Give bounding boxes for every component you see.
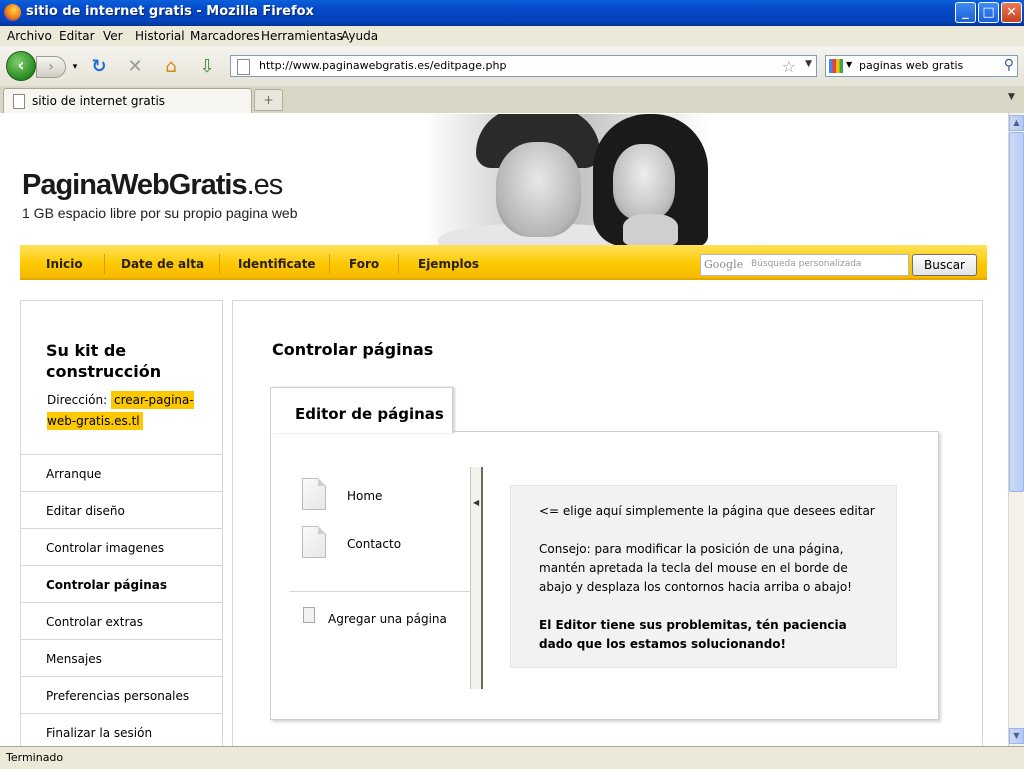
engine-dropdown-icon[interactable]: ▼	[846, 60, 852, 69]
nav-separator	[398, 254, 399, 274]
sidebar-item-label: Editar diseño	[46, 504, 125, 518]
google-logo: Google	[704, 258, 744, 271]
minimize-button[interactable]: _	[955, 2, 976, 23]
tab-sitio[interactable]: sitio de internet gratis	[3, 88, 252, 113]
stop-icon[interactable]: ✕	[124, 56, 146, 78]
nav-foro[interactable]: Foro	[349, 257, 379, 271]
info-box: <= elige aquí simplemente la página que …	[510, 485, 897, 668]
editor-tab-label: Editor de páginas	[295, 405, 444, 423]
download-icon[interactable]: ⇩	[196, 56, 218, 78]
scroll-thumb[interactable]	[1009, 132, 1024, 492]
sidebar-item-finalizar-sesion[interactable]: Finalizar la sesión	[21, 713, 222, 749]
nav-date-de-alta[interactable]: Date de alta	[121, 257, 204, 271]
menu-historial[interactable]: Historial	[135, 29, 185, 43]
nav-inicio[interactable]: Inicio	[46, 257, 83, 271]
reload-icon[interactable]: ↻	[88, 56, 110, 78]
maximize-button[interactable]: □	[978, 2, 999, 23]
firefox-logo-icon	[4, 4, 21, 21]
page-title: Controlar páginas	[272, 340, 434, 359]
window-title: sitio de internet gratis - Mozilla Firef…	[26, 4, 314, 19]
scroll-down-icon[interactable]: ▼	[1009, 728, 1024, 744]
back-button[interactable]: ‹	[6, 51, 36, 81]
tab-page-icon	[13, 94, 25, 109]
tab-editor-de-paginas[interactable]: Editor de páginas	[270, 387, 453, 433]
address-bar[interactable]: http://www.paginawebgratis.es/editpage.p…	[230, 55, 817, 77]
sidebar-item-label: Mensajes	[46, 652, 102, 666]
menu-ver[interactable]: Ver	[103, 29, 123, 43]
sidebar-item-preferencias[interactable]: Preferencias personales	[21, 676, 222, 712]
menu-bar: Archivo Editar Ver Historial Marcadores …	[0, 26, 1024, 46]
page-icon[interactable]	[302, 526, 326, 558]
add-page-link[interactable]: Agregar una página	[328, 612, 447, 626]
panel-splitter[interactable]: ◀	[470, 467, 483, 689]
sidebar-title: Su kit de construcción	[46, 341, 162, 381]
sidebar-item-label: Finalizar la sesión	[46, 726, 153, 740]
sidebar-item-controlar-paginas[interactable]: Controlar páginas	[21, 565, 222, 601]
search-button[interactable]: Buscar	[912, 254, 977, 276]
sidebar-item-controlar-imagenes[interactable]: Controlar imagenes	[21, 528, 222, 564]
sidebar-item-editar-diseno[interactable]: Editar diseño	[21, 491, 222, 527]
forward-button[interactable]: ›	[36, 56, 66, 78]
add-page-icon[interactable]	[303, 607, 315, 623]
home-icon[interactable]: ⌂	[160, 56, 182, 78]
menu-ayuda[interactable]: Ayuda	[341, 29, 378, 43]
nav-separator	[104, 254, 105, 274]
sidebar-item-arranque[interactable]: Arranque	[21, 454, 222, 490]
scroll-up-icon[interactable]: ▲	[1009, 115, 1024, 131]
address-dropdown-icon[interactable]: ▼	[805, 59, 812, 69]
sidebar-item-label: Preferencias personales	[46, 689, 190, 703]
sidebar-item-label: Controlar páginas	[46, 578, 167, 592]
info-tip: Consejo: para modificar la posición de u…	[539, 542, 852, 594]
info-hint: <= elige aquí simplemente la página que …	[539, 504, 875, 518]
page-item-home[interactable]: Home	[347, 489, 382, 503]
menu-herramientas[interactable]: Herramientas	[261, 29, 343, 43]
search-box[interactable]: ▼ paginas web gratis ⚲	[825, 55, 1018, 77]
search-placeholder: Búsqueda personalizada	[751, 259, 862, 269]
search-icon[interactable]: ⚲	[1004, 57, 1014, 73]
nav-separator	[219, 254, 220, 274]
nav-separator	[329, 254, 330, 274]
info-warning: El Editor tiene sus problemitas, tén pac…	[539, 618, 847, 651]
page-icon	[237, 59, 250, 75]
divider	[289, 591, 471, 592]
sidebar-address: Dirección: crear-pagina-web-gratis.es.tl	[47, 390, 197, 432]
site-tagline: 1 GB espacio libre por su propio pagina …	[22, 205, 298, 221]
logo-suffix: .es	[246, 169, 284, 201]
address-url: http://www.paginawebgratis.es/editpage.p…	[259, 59, 507, 72]
history-dropdown-icon[interactable]: ▾	[64, 56, 86, 78]
page-icon[interactable]	[302, 478, 326, 510]
sidebar-item-controlar-extras[interactable]: Controlar extras	[21, 602, 222, 638]
nav-ejemplos[interactable]: Ejemplos	[418, 257, 479, 271]
status-bar: Terminado	[0, 746, 1024, 769]
tab-label: sitio de internet gratis	[32, 94, 166, 108]
close-button[interactable]: ✕	[1001, 2, 1022, 23]
search-query: paginas web gratis	[859, 59, 964, 72]
google-engine-icon[interactable]	[829, 59, 843, 73]
header-photo	[418, 114, 708, 246]
sidebar-item-mensajes[interactable]: Mensajes	[21, 639, 222, 675]
nav-identificate[interactable]: Identificate	[238, 257, 316, 271]
site-logo[interactable]: PaginaWebGratis.es	[22, 169, 284, 202]
tab-list-dropdown-icon[interactable]: ▼	[1008, 92, 1015, 102]
sidebar-item-label: Controlar imagenes	[46, 541, 165, 555]
sidebar-item-label: Arranque	[46, 467, 102, 481]
menu-editar[interactable]: Editar	[59, 29, 95, 43]
sidebar-item-label: Controlar extras	[46, 615, 143, 629]
vertical-scrollbar[interactable]: ▲ ▼	[1008, 113, 1024, 746]
bookmark-star-icon[interactable]: ☆	[782, 57, 796, 76]
page-item-contacto[interactable]: Contacto	[347, 537, 401, 551]
menu-marcadores[interactable]: Marcadores	[190, 29, 260, 43]
address-label: Dirección:	[47, 393, 108, 407]
new-tab-button[interactable]: +	[254, 89, 283, 111]
status-text: Terminado	[6, 751, 64, 764]
collapse-arrow-icon[interactable]: ◀	[473, 498, 479, 507]
custom-search-input[interactable]: Google Búsqueda personalizada	[700, 254, 909, 276]
menu-archivo[interactable]: Archivo	[7, 29, 52, 43]
window-title-bar[interactable]: sitio de internet gratis - Mozilla Firef…	[0, 0, 1024, 26]
logo-main: PaginaWebGratis	[22, 169, 248, 201]
